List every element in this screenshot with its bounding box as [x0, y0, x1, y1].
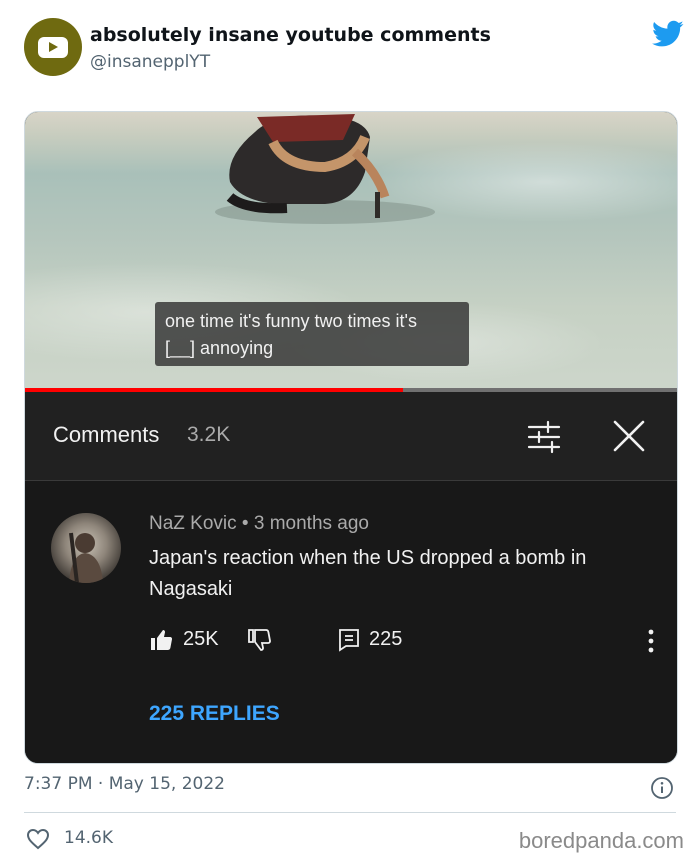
user-handle[interactable]: @insanepplYT — [90, 52, 210, 72]
like-count: 25K — [183, 628, 219, 650]
subtitle-line-2: [__] annoying — [165, 338, 274, 358]
tweet-timestamp[interactable]: 7:37 PM · May 15, 2022 — [24, 774, 225, 794]
source-watermark: boredpanda.com — [518, 828, 684, 853]
divider — [24, 812, 676, 813]
video-player[interactable]: one time it's funny two times it's [__] … — [25, 112, 677, 392]
comment-text-line-2: Nagasaki — [149, 578, 233, 600]
comment-author[interactable]: NaZ Kovic — [149, 513, 237, 534]
view-replies-button[interactable]: 225 REPLIES — [149, 702, 280, 726]
display-name[interactable]: absolutely insane youtube comments — [90, 24, 491, 46]
comment-text-line-1: Japan's reaction when the US dropped a b… — [149, 547, 587, 569]
commenter-avatar[interactable] — [51, 513, 121, 583]
embedded-screenshot: one time it's funny two times it's [__] … — [24, 111, 678, 764]
twitter-bird-icon[interactable] — [652, 20, 684, 48]
filter-icon[interactable] — [525, 418, 563, 456]
comment-item: NaZ Kovic • 3 months ago Japan's reactio… — [25, 481, 677, 763]
thumbs-down-icon[interactable] — [247, 628, 271, 652]
comments-title: Comments — [53, 422, 160, 447]
tweet-like-count: 14.6K — [64, 828, 113, 848]
comment-actions: 25K 225 — [149, 626, 669, 656]
youtube-logo-icon — [38, 36, 68, 58]
reply-count: 225 — [369, 628, 403, 650]
more-options-icon[interactable] — [639, 628, 663, 654]
reply-icon[interactable] — [337, 628, 361, 652]
heart-icon[interactable] — [26, 828, 50, 850]
comment-meta: NaZ Kovic • 3 months ago — [149, 513, 369, 534]
comment-age: 3 months ago — [253, 513, 369, 534]
subtitle-line-1: one time it's funny two times it's — [165, 311, 417, 331]
info-icon[interactable] — [650, 776, 674, 800]
comment-body: Japan's reaction when the US dropped a b… — [149, 543, 649, 605]
video-subtitle: one time it's funny two times it's [__] … — [155, 302, 469, 366]
thumbs-up-icon[interactable] — [149, 628, 173, 652]
comments-count: 3.2K — [187, 423, 231, 446]
account-avatar[interactable] — [24, 18, 82, 76]
close-icon[interactable] — [609, 416, 649, 456]
tweet-header: absolutely insane youtube comments @insa… — [24, 18, 684, 80]
comments-header: Comments 3.2K — [25, 392, 677, 481]
